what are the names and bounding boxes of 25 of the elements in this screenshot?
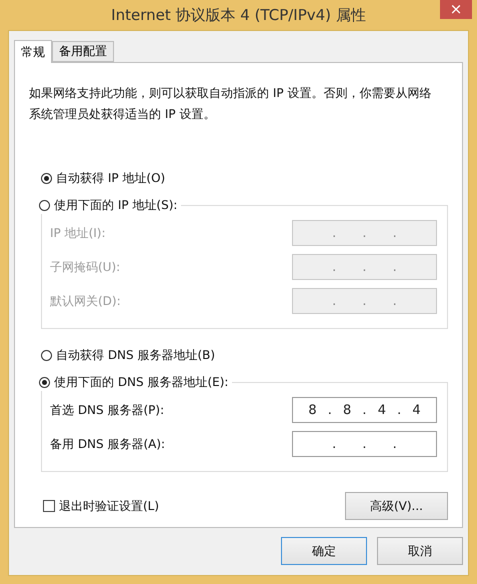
radio-label: 自动获得 DNS 服务器地址(B) [56,346,216,364]
field-label: 子网掩码(U): [50,258,120,276]
radio-button[interactable] [41,350,52,360]
tab[interactable]: 常规 [14,40,52,63]
checkbox-label: 退出时验证设置(L) [59,498,160,514]
tab[interactable]: 备用配置 [52,41,114,62]
cancel-button[interactable]: 取消 [377,537,463,565]
ok-button[interactable]: 确定 [281,537,367,565]
radio-button[interactable] [39,376,50,388]
radio-button[interactable] [39,200,50,210]
ip-address-field[interactable]: . . . [292,431,437,457]
advanced-button[interactable]: 高级(V)... [345,492,448,520]
checkbox[interactable] [43,500,55,512]
field-label: IP 地址(I): [50,224,106,242]
radio-label: 自动获得 IP 地址(O) [56,170,166,186]
ip-address-field[interactable]: 8 . 8 . 4 . 4 [292,397,437,423]
radio-button[interactable] [41,172,52,184]
radio-label: 使用下面的 DNS 服务器地址(E): [54,374,228,390]
radio-label: 使用下面的 IP 地址(S): [54,196,178,214]
window-title: Internet 协议版本 4 (TCP/IPv4) 属性 [111,6,366,24]
field-label: 首选 DNS 服务器(P): [50,402,164,418]
field-label: 备用 DNS 服务器(A): [50,436,166,452]
field-label: 默认网关(D): [50,292,121,310]
description-text: 如果网络支持此功能，则可以获取自动指派的 IP 设置。否则，你需要从网络系统管理员处获得适当的 IP 设置。 [29,85,432,123]
close-button[interactable]: × [440,0,472,19]
